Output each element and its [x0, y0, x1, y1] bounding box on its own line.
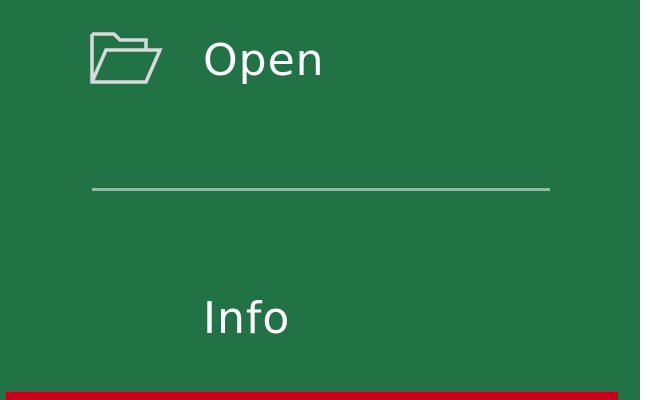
- menu-item-open[interactable]: Open: [0, 18, 640, 114]
- menu-item-info-label: Info: [203, 293, 291, 344]
- menu-item-open-label: Open: [203, 35, 325, 86]
- menu-divider: [92, 188, 550, 191]
- folder-open-icon: [88, 30, 164, 86]
- backstage-menu: Open Info: [0, 0, 640, 400]
- selection-highlight: [6, 392, 618, 400]
- menu-item-info[interactable]: Info: [0, 272, 640, 372]
